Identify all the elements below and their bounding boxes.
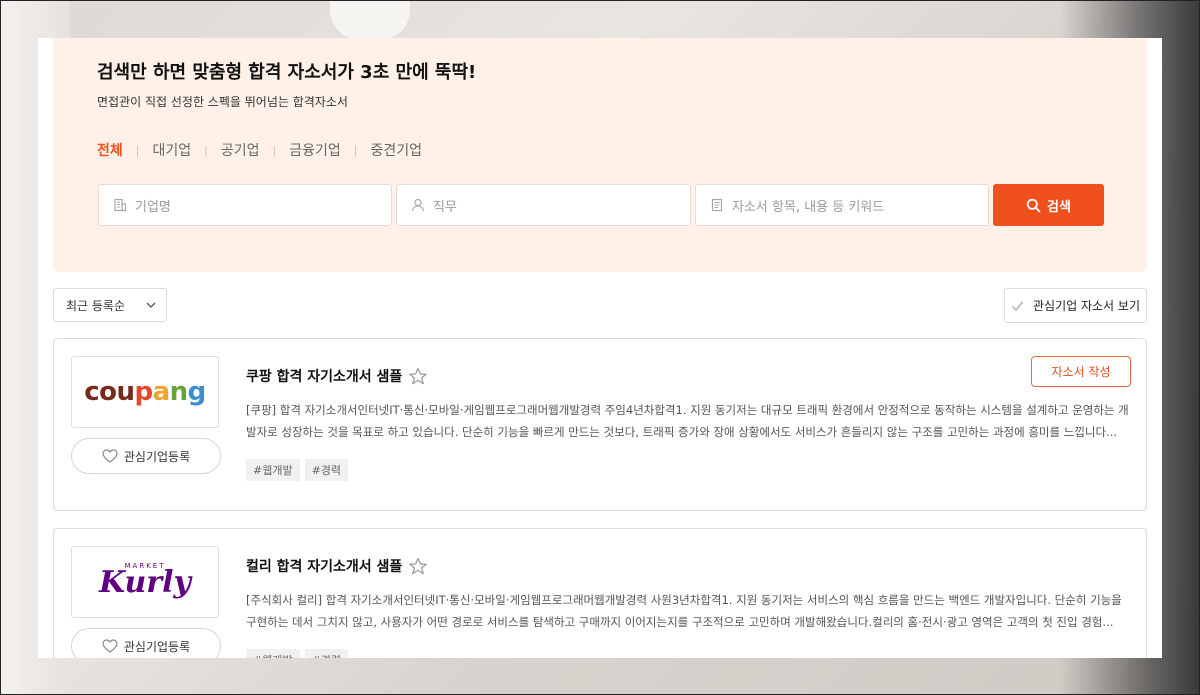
tag-list: #웹개발 #경력	[246, 649, 353, 658]
resume-card[interactable]: MARKET Kurly 관심기업등록 컬리 합격 자기소개서 샘플 [주식회사…	[53, 528, 1147, 658]
tab-large-company[interactable]: 대기업	[152, 140, 191, 160]
company-logo: MARKET Kurly	[71, 546, 219, 618]
tab-all[interactable]: 전체	[97, 140, 123, 160]
company-search-placeholder: 기업명	[135, 199, 171, 215]
write-resume-button[interactable]: 자소서 작성	[1031, 356, 1131, 387]
coupang-logo-part: n	[169, 377, 189, 407]
tag[interactable]: #경력	[304, 459, 349, 481]
document-icon	[710, 198, 724, 212]
card-description: [주식회사 컬리] 합격 자기소개서인터넷IT·통신·모바일·게임웹프로그래머웹…	[246, 593, 1122, 629]
hero-section: 검색만 하면 맞춤형 합격 자소서가 3초 만에 뚝딱! 면접관이 직접 선정한…	[53, 38, 1147, 272]
tag-list: #웹개발 #경력	[246, 459, 353, 481]
resume-card[interactable]: coupang 관심기업등록 쿠팡 합격 자기소개서 샘플 [쿠팡] 합격 자기…	[53, 338, 1147, 511]
heart-icon	[102, 449, 118, 463]
star-icon[interactable]	[408, 557, 428, 576]
job-search-field[interactable]: 직무	[396, 184, 691, 226]
search-button[interactable]: 검색	[993, 184, 1104, 226]
sort-dropdown[interactable]: 최근 등록순	[53, 288, 167, 322]
company-logo: coupang	[71, 356, 219, 428]
search-icon	[1026, 198, 1041, 212]
sort-dropdown-value: 최근 등록순	[66, 298, 126, 313]
card-title[interactable]: 쿠팡 합격 자기소개서 샘플	[246, 366, 428, 386]
coupang-logo-part: g	[187, 377, 207, 407]
company-search-field[interactable]: 기업명	[98, 184, 392, 226]
content-panel: 검색만 하면 맞춤형 합격 자소서가 3초 만에 뚝딱! 면접관이 직접 선정한…	[38, 38, 1162, 658]
favorite-company-label: 관심기업등록	[123, 639, 191, 654]
star-icon[interactable]	[408, 367, 428, 386]
tab-separator: |	[204, 143, 208, 157]
coupang-logo-part: cou	[84, 377, 135, 407]
card-title-text: 컬리 합격 자기소개서 샘플	[246, 559, 403, 575]
keyword-search-placeholder: 자소서 항목, 내용 등 키워드	[732, 199, 885, 215]
job-search-placeholder: 직무	[433, 199, 457, 215]
tab-separator: |	[353, 143, 358, 157]
heart-icon	[102, 639, 118, 653]
category-tabs: 전체 | 대기업 | 공기업 | 금융기업 | 중견기업	[97, 140, 422, 160]
background-collar	[330, 0, 410, 40]
keyword-search-field[interactable]: 자소서 항목, 내용 등 키워드	[695, 184, 989, 226]
favorite-company-label: 관심기업등록	[123, 449, 191, 464]
tab-financial-company[interactable]: 금융기업	[289, 140, 341, 160]
tab-public-company[interactable]: 공기업	[221, 140, 260, 160]
coupang-logo-text: coupang	[84, 377, 206, 407]
coupang-logo-part: a	[152, 377, 171, 407]
person-icon	[411, 198, 425, 212]
tag[interactable]: #웹개발	[246, 459, 300, 481]
tag[interactable]: #경력	[304, 649, 349, 658]
chevron-down-icon	[146, 302, 156, 308]
card-title-text: 쿠팡 합격 자기소개서 샘플	[246, 369, 403, 385]
check-icon	[1011, 300, 1024, 311]
coupang-logo-part: p	[134, 377, 153, 407]
favorite-company-button[interactable]: 관심기업등록	[71, 628, 221, 658]
building-icon	[113, 198, 127, 212]
tag[interactable]: #웹개발	[246, 649, 300, 658]
search-button-label: 검색	[1047, 199, 1071, 215]
tab-separator: |	[272, 143, 277, 157]
interest-company-filter-button[interactable]: 관심기업 자소서 보기	[1004, 288, 1147, 323]
kurly-logo-text: Kurly	[99, 565, 191, 600]
card-description: [쿠팡] 합격 자기소개서인터넷IT·통신·모바일·게임웹프로그래머웹개발경력 …	[246, 403, 1129, 439]
interest-company-filter-label: 관심기업 자소서 보기	[1033, 299, 1140, 313]
hero-title: 검색만 하면 맞춤형 합격 자소서가 3초 만에 뚝딱!	[97, 62, 477, 83]
card-title[interactable]: 컬리 합격 자기소개서 샘플	[246, 556, 428, 576]
favorite-company-button[interactable]: 관심기업등록	[71, 438, 221, 474]
tab-mid-company[interactable]: 중견기업	[370, 140, 422, 160]
hero-subtitle: 면접관이 직접 선정한 스펙을 뛰어넘는 합격자소서	[97, 95, 348, 109]
search-bar: 기업명 직무 자소서 항목, 내용 등 키워드 검색	[98, 184, 1104, 226]
tab-separator: |	[135, 143, 140, 157]
